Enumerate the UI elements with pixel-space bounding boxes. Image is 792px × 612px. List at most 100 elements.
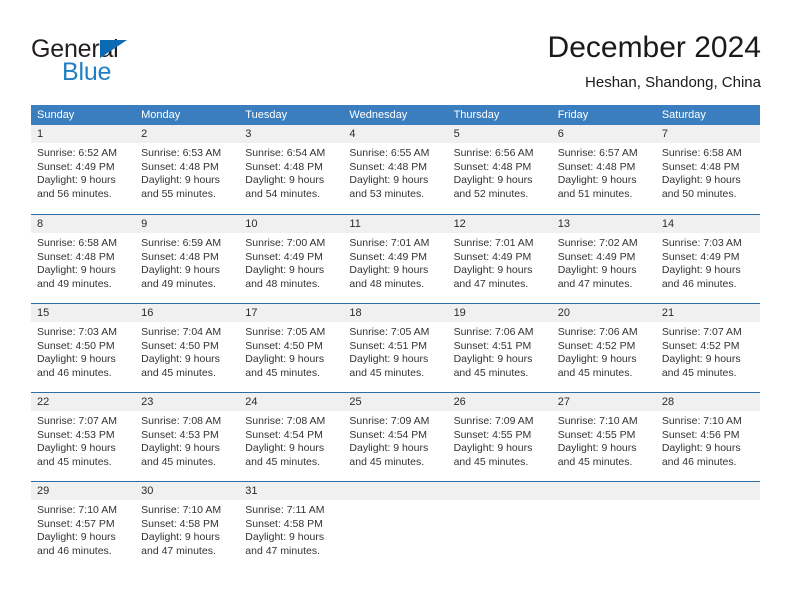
day-cell[interactable]: 31 Sunrise: 7:11 AM Sunset: 4:58 PM Dayl…	[239, 482, 344, 570]
sunrise-text: Sunrise: 7:00 AM	[245, 237, 326, 249]
daylight-text-line2: and 49 minutes.	[37, 277, 112, 290]
day-details: Sunrise: 6:59 AM Sunset: 4:48 PM Dayligh…	[135, 233, 239, 291]
day-cell[interactable]: 20 Sunrise: 7:06 AM Sunset: 4:52 PM Dayl…	[551, 304, 656, 392]
daylight-text-line1: Daylight: 9 hours	[37, 531, 116, 543]
daylight-text-line1: Daylight: 9 hours	[453, 442, 533, 454]
day-details: Sunrise: 7:07 AM Sunset: 4:52 PM Dayligh…	[656, 322, 760, 380]
sunset-text: Sunset: 4:49 PM	[245, 250, 323, 263]
weekday-header-sunday: Sunday	[37, 109, 75, 121]
day-cell[interactable]: 14 Sunrise: 7:03 AM Sunset: 4:49 PM Dayl…	[655, 215, 760, 303]
day-details: Sunrise: 6:52 AM Sunset: 4:49 PM Dayligh…	[31, 143, 135, 201]
sunset-text: Sunset: 4:49 PM	[557, 250, 636, 263]
day-cell[interactable]: 18 Sunrise: 7:05 AM Sunset: 4:51 PM Dayl…	[343, 304, 448, 392]
sunrise-text: Sunrise: 7:08 AM	[245, 415, 326, 427]
daylight-text-line1: Daylight: 9 hours	[245, 353, 325, 365]
day-cell[interactable]: 13 Sunrise: 7:02 AM Sunset: 4:49 PM Dayl…	[551, 215, 656, 303]
day-cell[interactable]: 17 Sunrise: 7:05 AM Sunset: 4:50 PM Dayl…	[239, 304, 344, 392]
daylight-text-line2: and 55 minutes.	[141, 187, 216, 200]
sunrise-text: Sunrise: 7:02 AM	[557, 237, 638, 249]
day-cell[interactable]: 24 Sunrise: 7:08 AM Sunset: 4:54 PM Dayl…	[239, 393, 344, 481]
day-cell[interactable]: 9 Sunrise: 6:59 AM Sunset: 4:48 PM Dayli…	[135, 215, 240, 303]
day-cell[interactable]: 21 Sunrise: 7:07 AM Sunset: 4:52 PM Dayl…	[655, 304, 760, 392]
day-cell-empty	[343, 482, 448, 570]
day-cell[interactable]: 11 Sunrise: 7:01 AM Sunset: 4:49 PM Dayl…	[343, 215, 448, 303]
daylight-text-line1: Daylight: 9 hours	[557, 264, 637, 276]
day-details: Sunrise: 6:56 AM Sunset: 4:48 PM Dayligh…	[448, 143, 552, 201]
day-cell[interactable]: 26 Sunrise: 7:09 AM Sunset: 4:55 PM Dayl…	[447, 393, 552, 481]
sunrise-text: Sunrise: 7:04 AM	[141, 326, 222, 338]
day-cell[interactable]: 4 Sunrise: 6:55 AM Sunset: 4:48 PM Dayli…	[343, 125, 448, 214]
day-cell[interactable]: 22 Sunrise: 7:07 AM Sunset: 4:53 PM Dayl…	[31, 393, 136, 481]
day-details: Sunrise: 7:08 AM Sunset: 4:53 PM Dayligh…	[135, 411, 239, 469]
day-cell[interactable]: 16 Sunrise: 7:04 AM Sunset: 4:50 PM Dayl…	[135, 304, 240, 392]
day-number: 30	[135, 482, 240, 500]
day-cell[interactable]: 19 Sunrise: 7:06 AM Sunset: 4:51 PM Dayl…	[447, 304, 552, 392]
week-row: 1 Sunrise: 6:52 AM Sunset: 4:49 PM Dayli…	[31, 125, 760, 214]
day-details: Sunrise: 7:10 AM Sunset: 4:58 PM Dayligh…	[135, 500, 239, 558]
day-cell[interactable]: 12 Sunrise: 7:01 AM Sunset: 4:49 PM Dayl…	[447, 215, 552, 303]
day-details: Sunrise: 7:01 AM Sunset: 4:49 PM Dayligh…	[343, 233, 447, 291]
day-cell[interactable]: 7 Sunrise: 6:58 AM Sunset: 4:48 PM Dayli…	[655, 125, 760, 214]
sunrise-text: Sunrise: 7:10 AM	[141, 504, 222, 516]
day-cell[interactable]: 30 Sunrise: 7:10 AM Sunset: 4:58 PM Dayl…	[135, 482, 240, 570]
day-details	[552, 500, 656, 504]
day-cell[interactable]: 8 Sunrise: 6:58 AM Sunset: 4:48 PM Dayli…	[31, 215, 136, 303]
day-number: 1	[31, 125, 136, 143]
sunrise-text: Sunrise: 7:11 AM	[245, 504, 325, 516]
day-details: Sunrise: 7:11 AM Sunset: 4:58 PM Dayligh…	[239, 500, 343, 558]
sunset-text: Sunset: 4:50 PM	[141, 339, 219, 352]
day-cell[interactable]: 25 Sunrise: 7:09 AM Sunset: 4:54 PM Dayl…	[343, 393, 448, 481]
sunset-text: Sunset: 4:52 PM	[557, 339, 636, 352]
day-details: Sunrise: 7:06 AM Sunset: 4:52 PM Dayligh…	[552, 322, 656, 380]
day-cell[interactable]: 10 Sunrise: 7:00 AM Sunset: 4:49 PM Dayl…	[239, 215, 344, 303]
sunset-text: Sunset: 4:48 PM	[453, 160, 532, 173]
day-number: 31	[239, 482, 344, 500]
daylight-text-line2: and 53 minutes.	[349, 187, 425, 200]
day-details: Sunrise: 6:57 AM Sunset: 4:48 PM Dayligh…	[552, 143, 656, 201]
day-details: Sunrise: 7:10 AM Sunset: 4:55 PM Dayligh…	[552, 411, 656, 469]
daylight-text-line1: Daylight: 9 hours	[245, 442, 325, 454]
daylight-text-line2: and 47 minutes.	[141, 544, 216, 557]
day-number: 26	[447, 393, 552, 411]
sunset-text: Sunset: 4:52 PM	[661, 339, 740, 352]
day-number: 10	[239, 215, 344, 233]
daylight-text-line1: Daylight: 9 hours	[661, 174, 741, 186]
day-cell[interactable]: 2 Sunrise: 6:53 AM Sunset: 4:48 PM Dayli…	[135, 125, 240, 214]
general-blue-logo[interactable]: General Blue	[31, 35, 261, 93]
day-number: 22	[31, 393, 136, 411]
sunrise-text: Sunrise: 7:03 AM	[661, 237, 742, 249]
daylight-text-line1: Daylight: 9 hours	[245, 264, 325, 276]
day-cell[interactable]: 6 Sunrise: 6:57 AM Sunset: 4:48 PM Dayli…	[551, 125, 656, 214]
day-details: Sunrise: 7:05 AM Sunset: 4:51 PM Dayligh…	[343, 322, 447, 380]
day-number: 17	[239, 304, 344, 322]
sunset-text: Sunset: 4:54 PM	[245, 428, 323, 441]
sunset-text: Sunset: 4:58 PM	[245, 517, 323, 530]
daylight-text-line2: and 45 minutes.	[141, 366, 216, 379]
day-cell[interactable]: 27 Sunrise: 7:10 AM Sunset: 4:55 PM Dayl…	[551, 393, 656, 481]
day-number: 3	[239, 125, 344, 143]
day-number: 25	[343, 393, 448, 411]
day-number: 20	[551, 304, 656, 322]
day-cell[interactable]: 3 Sunrise: 6:54 AM Sunset: 4:48 PM Dayli…	[239, 125, 344, 214]
weekday-header-friday: Friday	[557, 109, 589, 121]
day-cell[interactable]: 1 Sunrise: 6:52 AM Sunset: 4:49 PM Dayli…	[31, 125, 136, 214]
day-cell[interactable]: 23 Sunrise: 7:08 AM Sunset: 4:53 PM Dayl…	[135, 393, 240, 481]
day-cell[interactable]: 29 Sunrise: 7:10 AM Sunset: 4:57 PM Dayl…	[31, 482, 136, 570]
day-cell[interactable]: 28 Sunrise: 7:10 AM Sunset: 4:56 PM Dayl…	[655, 393, 760, 481]
sunset-text: Sunset: 4:48 PM	[141, 250, 219, 263]
calendar-page: General Blue December 2024 Heshan, Shand…	[0, 0, 792, 612]
daylight-text-line2: and 49 minutes.	[141, 277, 216, 290]
daylight-text-line2: and 48 minutes.	[349, 277, 425, 290]
sunset-text: Sunset: 4:54 PM	[349, 428, 428, 441]
daylight-text-line2: and 45 minutes.	[349, 366, 425, 379]
day-cell[interactable]: 15 Sunrise: 7:03 AM Sunset: 4:50 PM Dayl…	[31, 304, 136, 392]
daylight-text-line1: Daylight: 9 hours	[349, 353, 429, 365]
day-number: 24	[239, 393, 344, 411]
day-cell[interactable]: 5 Sunrise: 6:56 AM Sunset: 4:48 PM Dayli…	[447, 125, 552, 214]
daylight-text-line1: Daylight: 9 hours	[349, 174, 429, 186]
day-number: 8	[31, 215, 136, 233]
day-details: Sunrise: 7:07 AM Sunset: 4:53 PM Dayligh…	[31, 411, 135, 469]
sunrise-text: Sunrise: 7:01 AM	[453, 237, 534, 249]
daylight-text-line2: and 45 minutes.	[245, 455, 320, 468]
day-details: Sunrise: 7:03 AM Sunset: 4:49 PM Dayligh…	[656, 233, 760, 291]
